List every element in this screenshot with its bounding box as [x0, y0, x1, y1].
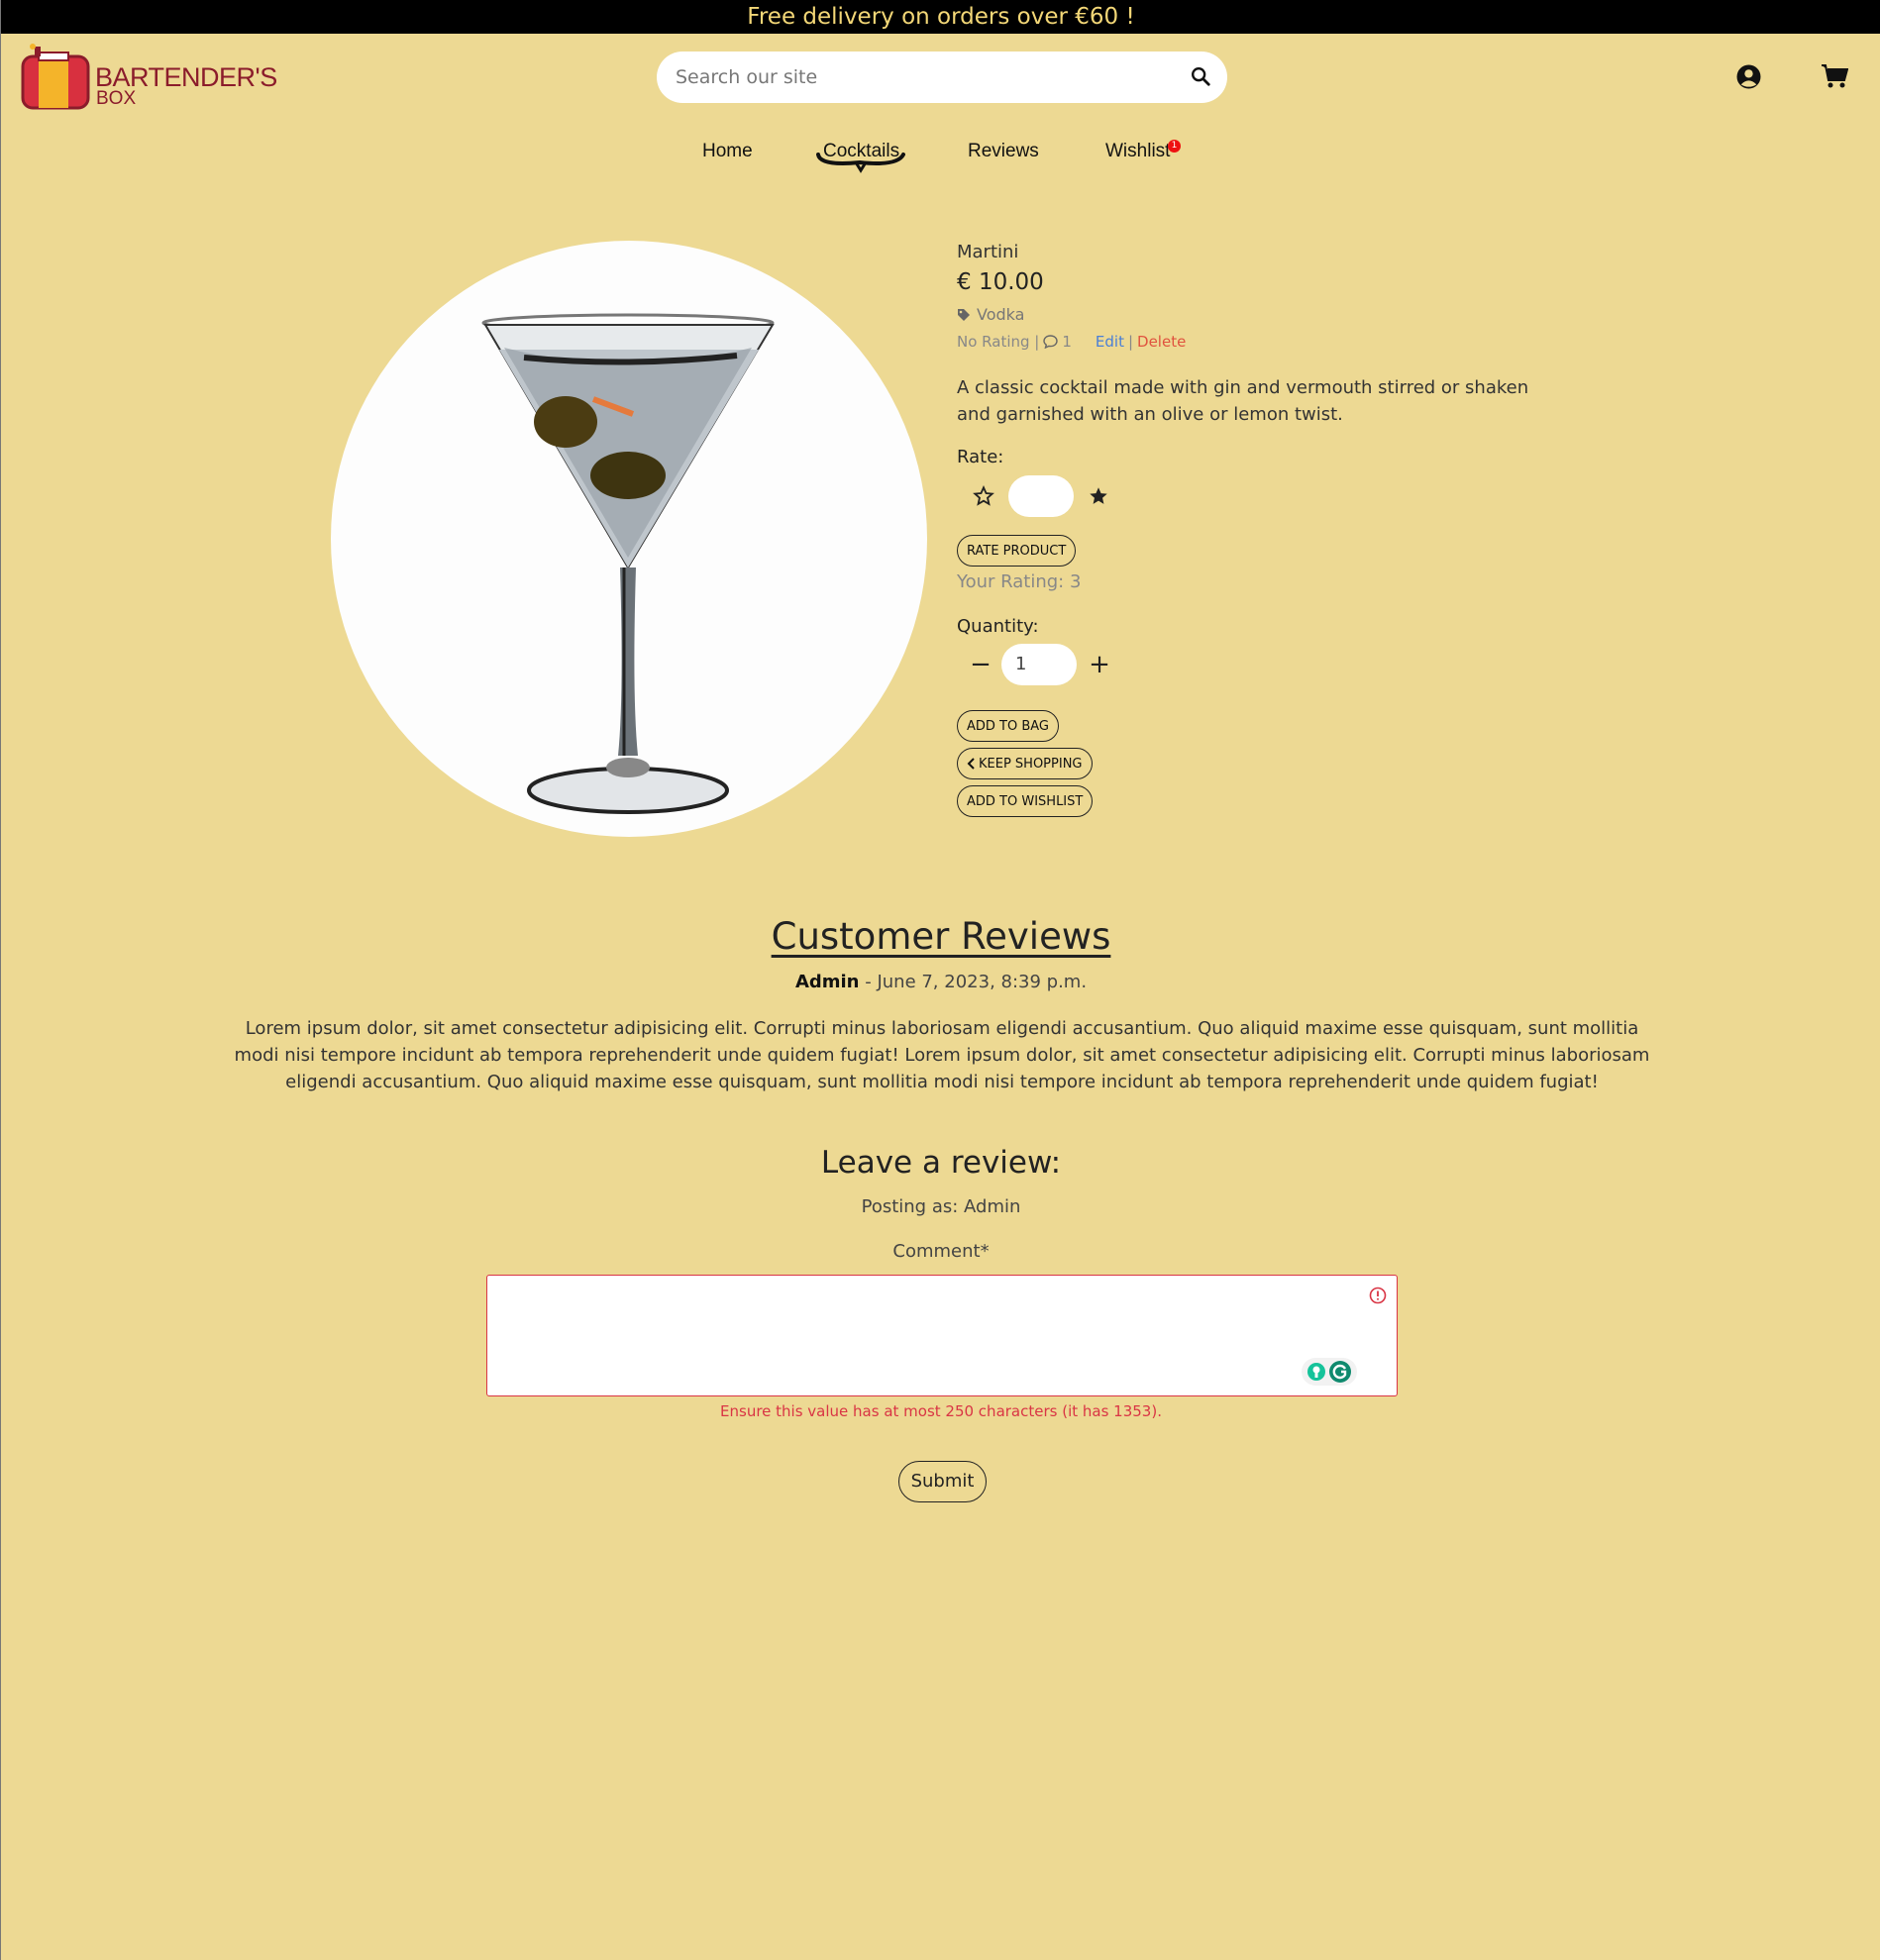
add-to-bag-label: ADD TO BAG [967, 718, 1050, 734]
chevron-left-icon [967, 758, 975, 770]
delete-link[interactable]: Delete [1137, 333, 1186, 351]
review-date: - June 7, 2023, 8:39 p.m. [859, 972, 1088, 992]
comment-icon [1043, 335, 1059, 349]
error-icon [1369, 1287, 1387, 1304]
rating-input[interactable] [1008, 475, 1074, 517]
quantity-label: Quantity: [957, 616, 1039, 637]
nav-home[interactable]: Home [702, 141, 753, 162]
brand-subname: BOX [96, 88, 137, 109]
comment-textarea[interactable] [486, 1275, 1398, 1396]
cocktail-box-logo-icon [21, 44, 90, 110]
martini-glass-image [481, 313, 775, 814]
customer-reviews-title: Customer Reviews [771, 915, 1111, 958]
nav-wishlist[interactable]: Wishlist [1105, 141, 1170, 162]
rate-label: Rate: [957, 447, 1004, 467]
product-meta: No Rating | 1 Edit | Delete [957, 333, 1186, 351]
account-icon[interactable] [1736, 64, 1761, 89]
add-to-bag-button[interactable]: ADD TO BAG [957, 710, 1060, 742]
rate-control [957, 475, 1109, 517]
add-to-wishlist-label: ADD TO WISHLIST [967, 793, 1084, 809]
grammarly-icon[interactable] [1302, 1358, 1357, 1386]
rating-summary: No Rating | [957, 333, 1040, 351]
cart-icon[interactable] [1821, 63, 1848, 89]
search-input[interactable]: Search our site [676, 66, 817, 88]
search-bar[interactable]: Search our site [657, 52, 1227, 103]
review-body: Lorem ipsum dolor, sit amet consectetur … [234, 1018, 1650, 1092]
decrement-button[interactable]: − [970, 650, 992, 679]
posting-as: Posting as: Admin [861, 1196, 1021, 1217]
quantity-stepper: − 1 + [957, 644, 1110, 685]
product-image [331, 241, 927, 837]
edit-link[interactable]: Edit [1096, 333, 1124, 351]
grammarly-widget[interactable] [1302, 1358, 1357, 1386]
quantity-input[interactable]: 1 [1001, 644, 1077, 685]
submit-button[interactable]: Submit [898, 1461, 987, 1502]
increment-button[interactable]: + [1089, 650, 1110, 679]
leave-review-title: Leave a review: [820, 1145, 1062, 1181]
nav-reviews[interactable]: Reviews [968, 141, 1039, 162]
wishlist-count-badge: 1 [1168, 140, 1181, 153]
search-icon[interactable] [1190, 65, 1211, 87]
category-label[interactable]: Vodka [977, 305, 1024, 324]
meta-separator: | [1127, 333, 1134, 351]
comment-label: Comment* [892, 1241, 990, 1262]
tag-icon [958, 308, 970, 321]
add-to-wishlist-button[interactable]: ADD TO WISHLIST [957, 785, 1094, 817]
product-category[interactable]: Vodka [957, 305, 1024, 324]
product-price: € 10.00 [957, 269, 1044, 295]
keep-shopping-label: KEEP SHOPPING [979, 756, 1083, 772]
keep-shopping-button[interactable]: KEEP SHOPPING [957, 748, 1093, 779]
active-nav-underline-icon [816, 153, 905, 173]
star-outline-icon[interactable] [973, 485, 994, 507]
star-filled-icon[interactable] [1088, 485, 1109, 507]
rate-product-button[interactable]: RATE PRODUCT [957, 535, 1077, 567]
product-description: A classic cocktail made with gin and ver… [957, 377, 1529, 425]
review-author: Admin [794, 972, 860, 992]
product-name: Martini [957, 242, 1019, 262]
comment-error-message: Ensure this value has at most 250 charac… [720, 1402, 1162, 1420]
brand-logo[interactable]: BARTENDER'S BOX [21, 43, 278, 112]
review-meta: Admin - June 7, 2023, 8:39 p.m. [1, 972, 1880, 992]
your-rating: Your Rating: 3 [957, 571, 1082, 592]
comment-count: 1 [1062, 333, 1072, 351]
free-delivery-banner: Free delivery on orders over €60 ! [1, 0, 1880, 34]
